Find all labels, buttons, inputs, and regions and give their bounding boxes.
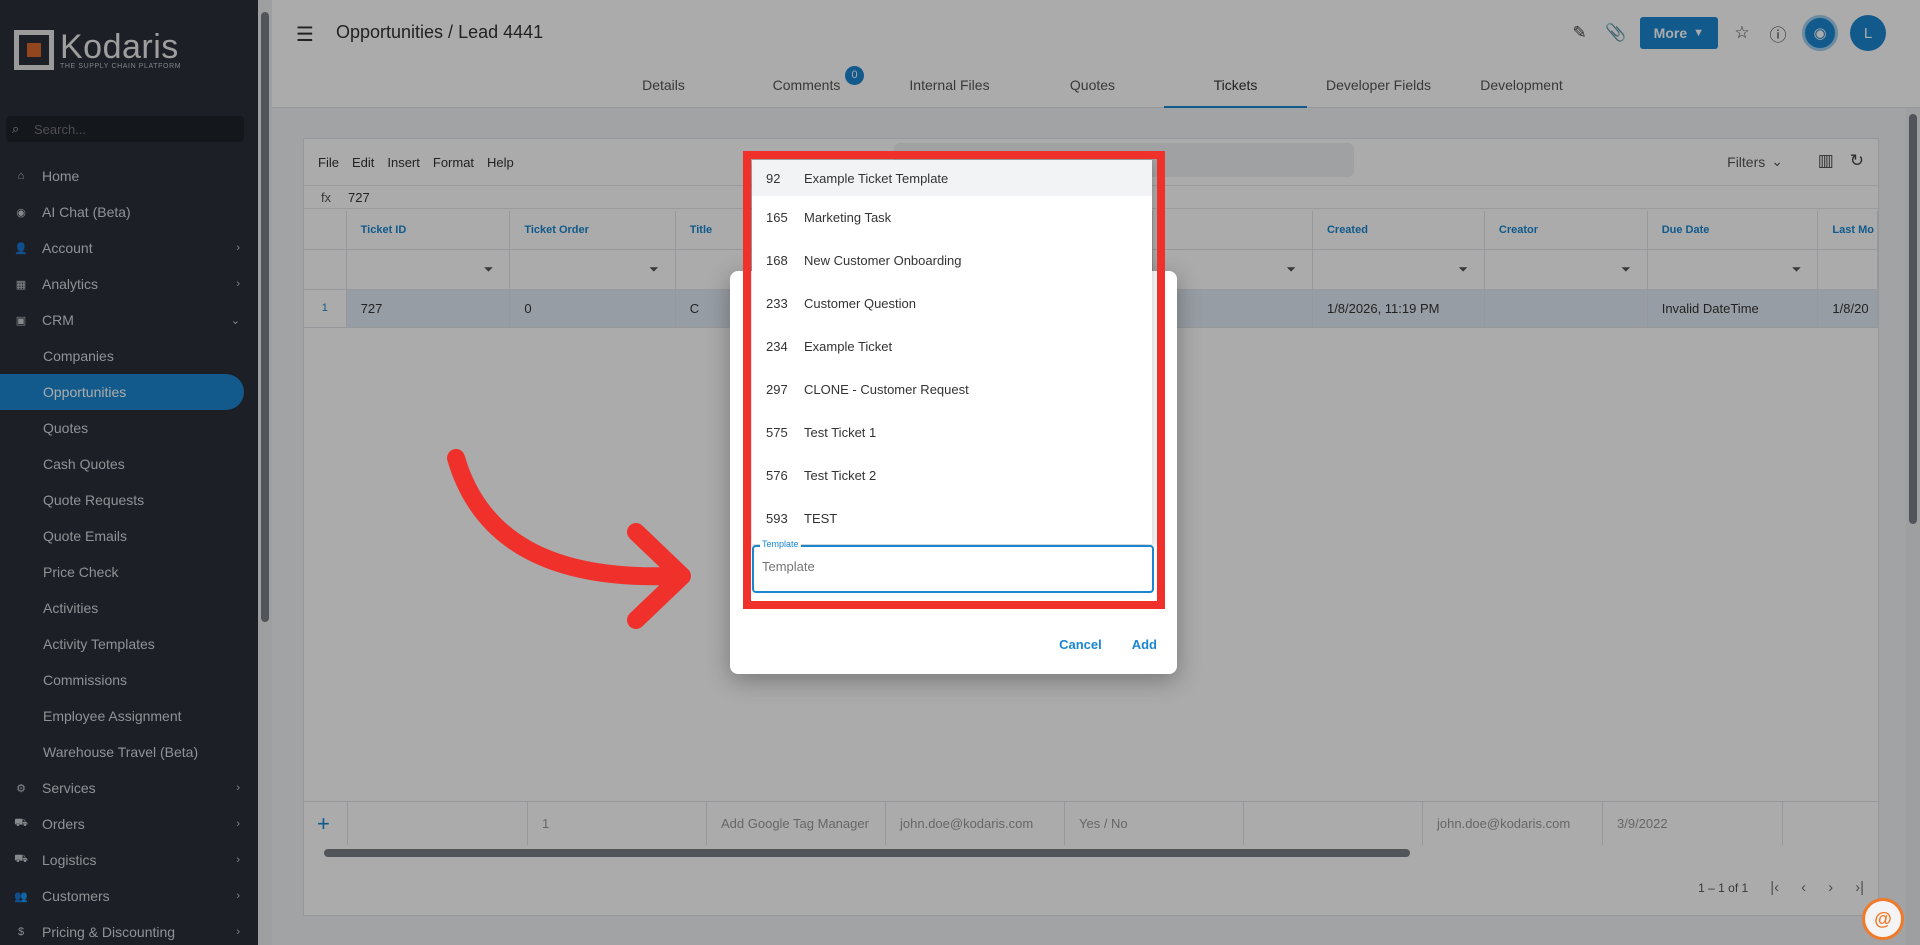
chat-widget-icon[interactable]: @ <box>1862 898 1904 940</box>
dialog-actions: Cancel Add <box>1059 637 1157 652</box>
annotation-highlight-box <box>743 151 1165 609</box>
cancel-button[interactable]: Cancel <box>1059 637 1102 652</box>
annotation-arrow-icon <box>447 449 691 629</box>
add-button[interactable]: Add <box>1132 637 1157 652</box>
